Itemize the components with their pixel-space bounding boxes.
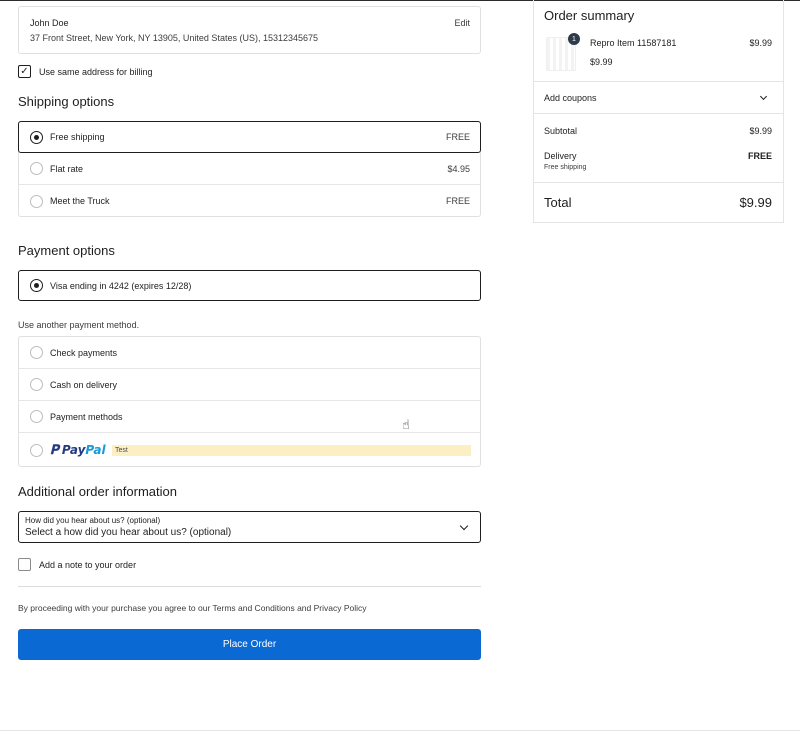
divider <box>534 182 783 183</box>
total-label: Total <box>544 195 572 210</box>
add-coupons-toggle[interactable]: Add coupons <box>544 93 597 103</box>
other-payment-label: Use another payment method. <box>18 320 140 330</box>
delivery-label: Delivery <box>544 151 577 161</box>
same-billing-checkbox[interactable]: ✓ <box>18 65 31 78</box>
subtotal-label: Subtotal <box>544 126 578 136</box>
paypal-logo: 𝐏 Pay Pal <box>50 443 106 458</box>
radio[interactable] <box>30 194 43 208</box>
shipping-option-meet-the-truck[interactable]: Meet the Truck FREE <box>19 185 480 217</box>
address-line: 37 Front Street, New York, NY 13905, Uni… <box>30 33 319 43</box>
order-summary-title: Order summary <box>544 8 635 23</box>
shipping-option-flat-rate[interactable]: Flat rate $4.95 <box>19 153 480 185</box>
divider <box>534 81 783 82</box>
terms-text: By proceeding with your purchase you agr… <box>18 603 367 613</box>
paypal-logo-pay: Pay <box>61 443 86 457</box>
saved-card-label: Visa ending in 4242 (expires 12/28) <box>50 280 192 291</box>
same-billing-row[interactable]: ✓ Use same address for billing <box>18 65 153 78</box>
payment-method-generic[interactable]: Payment methods <box>19 401 480 433</box>
payment-method-paypal[interactable]: 𝐏 Pay Pal Test <box>19 433 480 467</box>
item-name: Repro Item 11587181 <box>590 38 677 48</box>
radio-selected[interactable] <box>30 279 43 292</box>
radio[interactable] <box>30 378 43 391</box>
item-price: $9.99 <box>749 38 772 48</box>
test-mode-badge: Test <box>112 444 471 456</box>
saved-card-option[interactable]: Visa ending in 4242 (expires 12/28) <box>18 270 481 301</box>
radio-selected[interactable] <box>30 130 43 144</box>
payment-methods-group: Check payments Cash on delivery Payment … <box>18 336 481 467</box>
divider <box>18 586 481 587</box>
payment-method-cod[interactable]: Cash on delivery <box>19 369 480 401</box>
shipping-options-title: Shipping options <box>18 94 115 109</box>
place-order-button[interactable]: Place Order <box>18 629 481 660</box>
shipping-option-label: Free shipping <box>50 132 105 142</box>
select-value: Select a how did you hear about us? (opt… <box>25 527 232 538</box>
quantity-badge: 1 <box>568 33 580 45</box>
shipping-option-label: Flat rate <box>50 163 84 174</box>
shipping-option-label: Meet the Truck <box>50 196 110 206</box>
radio[interactable] <box>30 410 43 423</box>
hear-about-us-select[interactable]: How did you hear about us? (optional) Se… <box>18 511 481 543</box>
same-billing-label: Use same address for billing <box>39 66 153 77</box>
item-unit-price: $9.99 <box>590 57 613 67</box>
delivery-value: FREE <box>747 151 772 161</box>
payment-method-check[interactable]: Check payments <box>19 337 480 369</box>
shipping-option-free[interactable]: Free shipping FREE <box>18 121 481 153</box>
payment-method-label: Check payments <box>50 347 118 358</box>
radio[interactable] <box>30 162 43 175</box>
paypal-logo-pal: Pal <box>85 443 106 457</box>
radio[interactable] <box>30 346 43 359</box>
hand-cursor-icon: ☝ <box>402 417 410 432</box>
address-name: John Doe <box>30 18 69 28</box>
total-value: $9.99 <box>739 195 772 210</box>
payment-method-label: Payment methods <box>50 411 123 422</box>
payment-options-title: Payment options <box>18 243 115 258</box>
order-summary: Order summary 1 Repro Item 11587181 $9.9… <box>533 0 784 223</box>
delivery-method: Free shipping <box>544 164 587 171</box>
divider <box>534 113 783 114</box>
order-note-checkbox[interactable] <box>18 558 31 571</box>
bottom-border <box>0 730 800 731</box>
additional-info-title: Additional order information <box>18 484 177 499</box>
select-label: How did you hear about us? (optional) <box>25 516 161 525</box>
edit-address-link[interactable]: Edit <box>454 18 470 28</box>
paypal-icon: 𝐏 <box>50 442 59 458</box>
chevron-down-icon[interactable] <box>759 92 768 101</box>
checkmark-icon: ✓ <box>20 65 29 77</box>
shipping-option-price: FREE <box>445 196 470 206</box>
shipping-options-group: Free shipping FREE Flat rate $4.95 Meet … <box>18 121 481 217</box>
subtotal-value: $9.99 <box>749 126 772 136</box>
shipping-option-price: FREE <box>445 132 470 142</box>
radio[interactable] <box>30 443 43 457</box>
order-note-label: Add a note to your order <box>39 559 137 570</box>
shipping-address-card: John Doe 37 Front Street, New York, NY 1… <box>18 6 481 54</box>
payment-method-label: Cash on delivery <box>50 379 118 390</box>
shipping-option-price: $4.95 <box>447 163 470 174</box>
chevron-down-icon <box>459 521 469 531</box>
order-note-row[interactable]: Add a note to your order <box>18 558 136 571</box>
